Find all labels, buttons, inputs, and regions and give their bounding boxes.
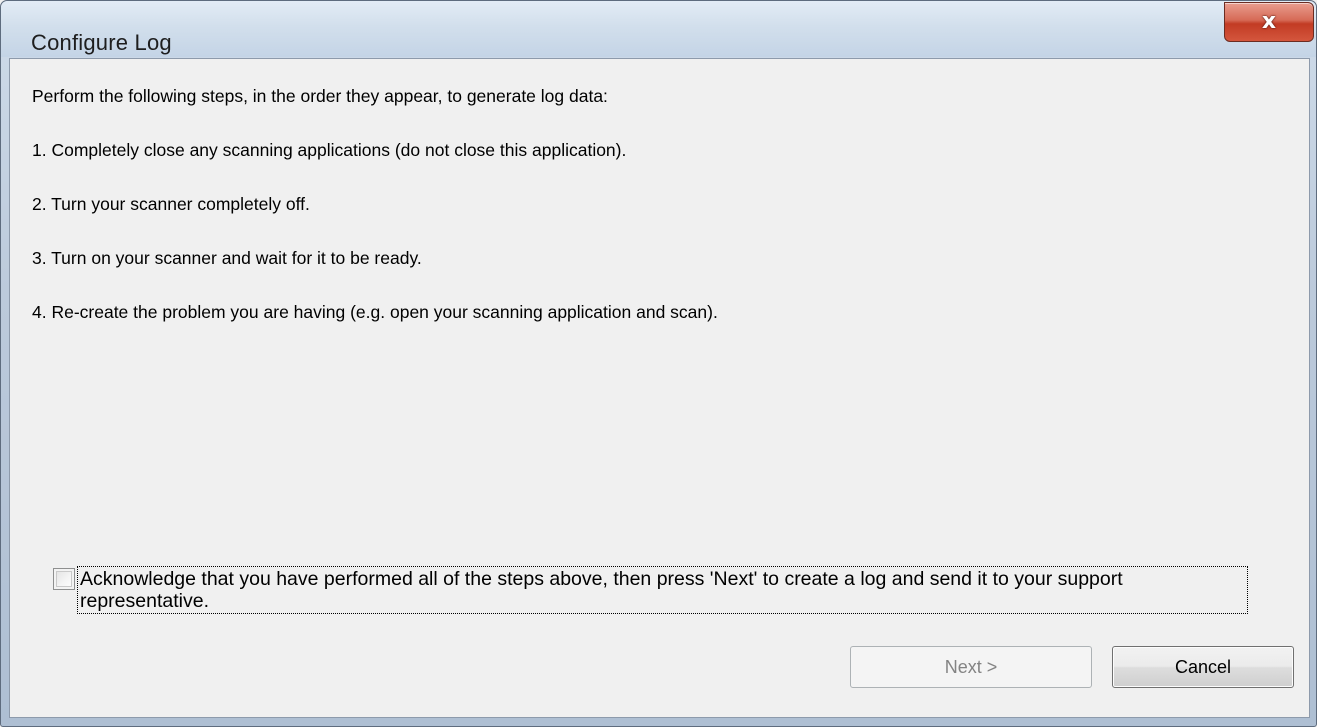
step-1-text: 1. Completely close any scanning applica… — [32, 140, 627, 160]
step-4-text: 4. Re-create the problem you are having … — [32, 302, 718, 322]
next-button[interactable]: Next > — [850, 646, 1092, 688]
close-button[interactable]: x — [1224, 2, 1314, 42]
acknowledge-checkbox[interactable] — [53, 568, 75, 590]
cancel-button[interactable]: Cancel — [1112, 646, 1294, 688]
dialog-content: Perform the following steps, in the orde… — [9, 58, 1310, 718]
acknowledge-label[interactable]: Acknowledge that you have performed all … — [77, 566, 1248, 614]
title-bar[interactable]: Configure Log x — [1, 1, 1316, 57]
intro-text: Perform the following steps, in the orde… — [32, 86, 608, 106]
step-2-text: 2. Turn your scanner completely off. — [32, 194, 310, 214]
window-title: Configure Log — [31, 30, 172, 55]
configure-log-dialog: Configure Log x Perform the following st… — [0, 0, 1317, 727]
close-icon: x — [1261, 9, 1277, 34]
step-3-text: 3. Turn on your scanner and wait for it … — [32, 248, 422, 268]
